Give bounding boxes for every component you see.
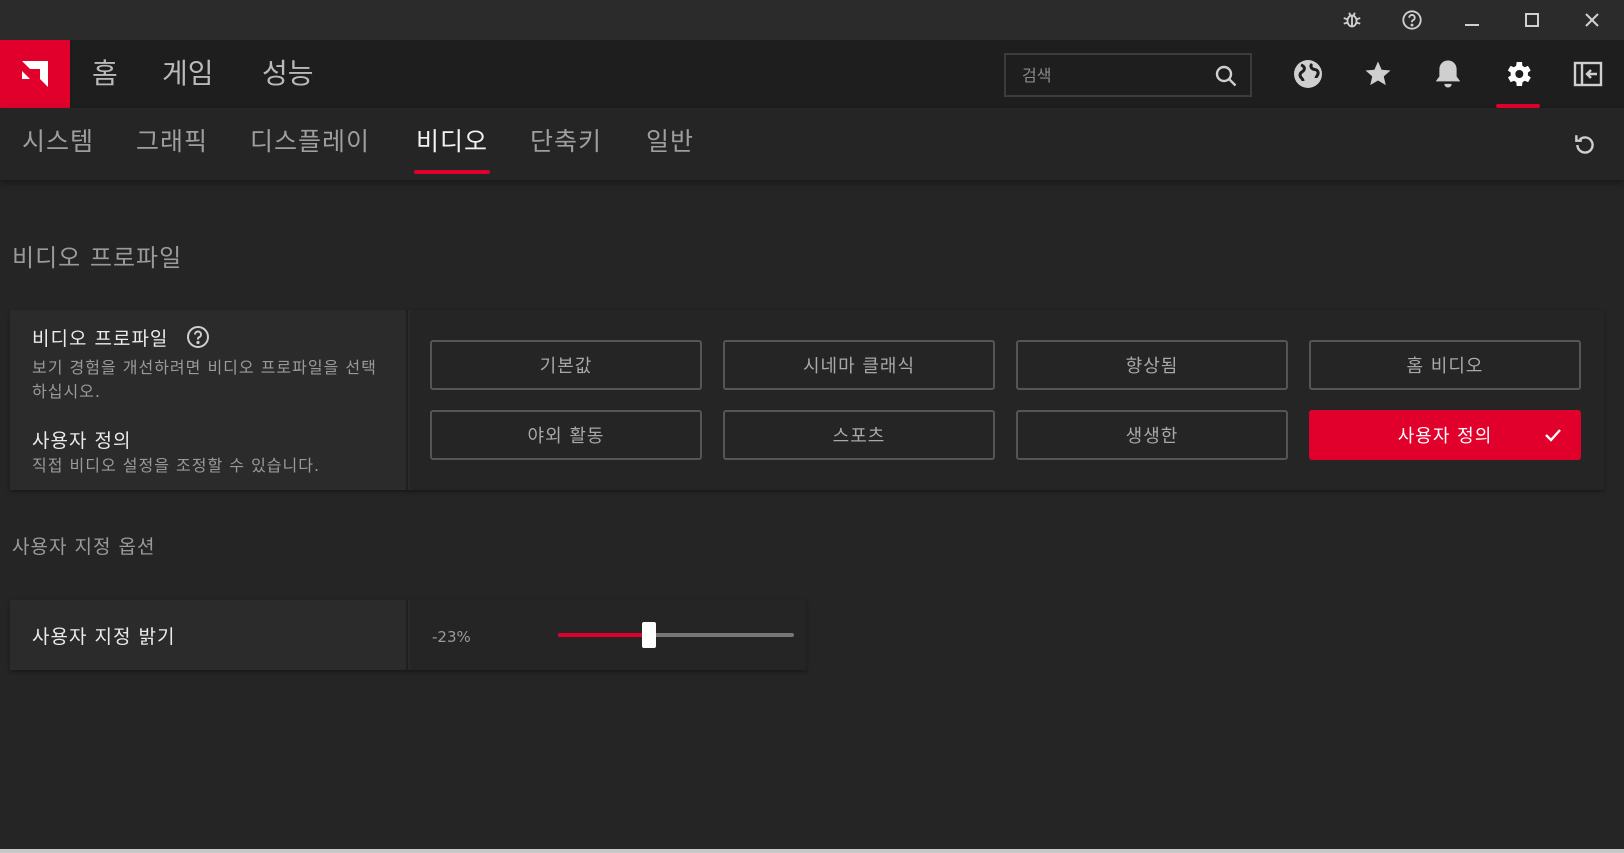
search-box [1004, 53, 1252, 97]
custom-profile-label: 사용자 정의 [32, 430, 132, 452]
brightness-value: -23% [432, 628, 471, 646]
reset-icon[interactable] [1572, 132, 1598, 162]
custom-brightness-info: 사용자 지정 밝기 [10, 600, 408, 670]
video-profile-options: 기본값 시네마 클래식 향상됨 홈 비디오 야외 활동 스포츠 생생한 사용자 … [410, 310, 1604, 490]
check-icon [1543, 426, 1563, 449]
help-icon[interactable] [186, 325, 210, 353]
custom-brightness-panel: 사용자 지정 밝기 -23% [10, 600, 806, 670]
bell-icon[interactable] [1426, 52, 1470, 96]
close-icon[interactable] [1562, 0, 1622, 40]
star-icon[interactable] [1356, 52, 1400, 96]
section-title-video-profile: 비디오 프로파일 [12, 244, 183, 272]
active-tab-indicator [414, 170, 491, 174]
tab-system[interactable]: 시스템 [22, 108, 94, 180]
sidebar-toggle-icon[interactable] [1566, 52, 1610, 96]
tab-video[interactable]: 비디오 [414, 108, 491, 180]
custom-brightness-label: 사용자 지정 밝기 [32, 626, 176, 648]
custom-brightness-control: -23% [410, 600, 806, 670]
profile-option-outdoor[interactable]: 야외 활동 [430, 410, 702, 460]
search-input[interactable] [1022, 63, 1212, 87]
main-nav: 홈 게임 성능 [0, 40, 1624, 108]
bug-icon[interactable] [1322, 0, 1382, 40]
video-profile-description: 보기 경험을 개선하려면 비디오 프로파일을 선택하십시오. [32, 358, 377, 401]
maximize-icon[interactable] [1502, 0, 1562, 40]
title-bar [0, 0, 1624, 40]
minimize-icon[interactable] [1442, 0, 1502, 40]
nav-item-performance[interactable]: 성능 [262, 40, 314, 108]
brightness-slider-track[interactable] [558, 622, 794, 648]
help-icon[interactable] [1382, 0, 1442, 40]
custom-profile-description: 직접 비디오 설정을 조정할 수 있습니다. [32, 456, 321, 475]
tab-general[interactable]: 일반 [646, 108, 694, 180]
globe-icon[interactable] [1286, 52, 1330, 96]
nav-item-home[interactable]: 홈 [92, 40, 118, 108]
profile-option-home-video[interactable]: 홈 비디오 [1309, 340, 1581, 390]
profile-option-default[interactable]: 기본값 [430, 340, 702, 390]
video-profile-panel: 비디오 프로파일 보기 경험을 개선하려면 비디오 프로파일을 선택하십시오. … [10, 310, 1604, 490]
profile-option-custom[interactable]: 사용자 정의 [1309, 410, 1581, 460]
tab-display[interactable]: 디스플레이 [250, 108, 370, 180]
search-icon[interactable] [1214, 64, 1238, 92]
nav-item-games[interactable]: 게임 [162, 40, 214, 108]
profile-option-custom-label: 사용자 정의 [1397, 426, 1493, 447]
profile-option-cinema-classic[interactable]: 시네마 클래식 [723, 340, 995, 390]
video-profile-info: 비디오 프로파일 보기 경험을 개선하려면 비디오 프로파일을 선택하십시오. … [10, 310, 408, 490]
brightness-slider-handle[interactable] [641, 622, 656, 648]
brightness-slider-fill [558, 633, 649, 637]
gear-icon[interactable] [1496, 52, 1540, 108]
profile-option-enhanced[interactable]: 향상됨 [1016, 340, 1288, 390]
section-title-custom-options: 사용자 지정 옵션 [12, 536, 156, 558]
amd-logo-icon[interactable] [0, 40, 70, 108]
video-profile-label: 비디오 프로파일 [32, 328, 169, 350]
profile-option-vivid[interactable]: 생생한 [1016, 410, 1288, 460]
status-bar-edge [0, 849, 1624, 853]
profile-option-sports[interactable]: 스포츠 [723, 410, 995, 460]
sub-nav: 시스템 그래픽 디스플레이 비디오 단축키 일반 [0, 108, 1624, 180]
tab-graphics[interactable]: 그래픽 [136, 108, 208, 180]
tab-hotkeys[interactable]: 단축키 [530, 108, 602, 180]
